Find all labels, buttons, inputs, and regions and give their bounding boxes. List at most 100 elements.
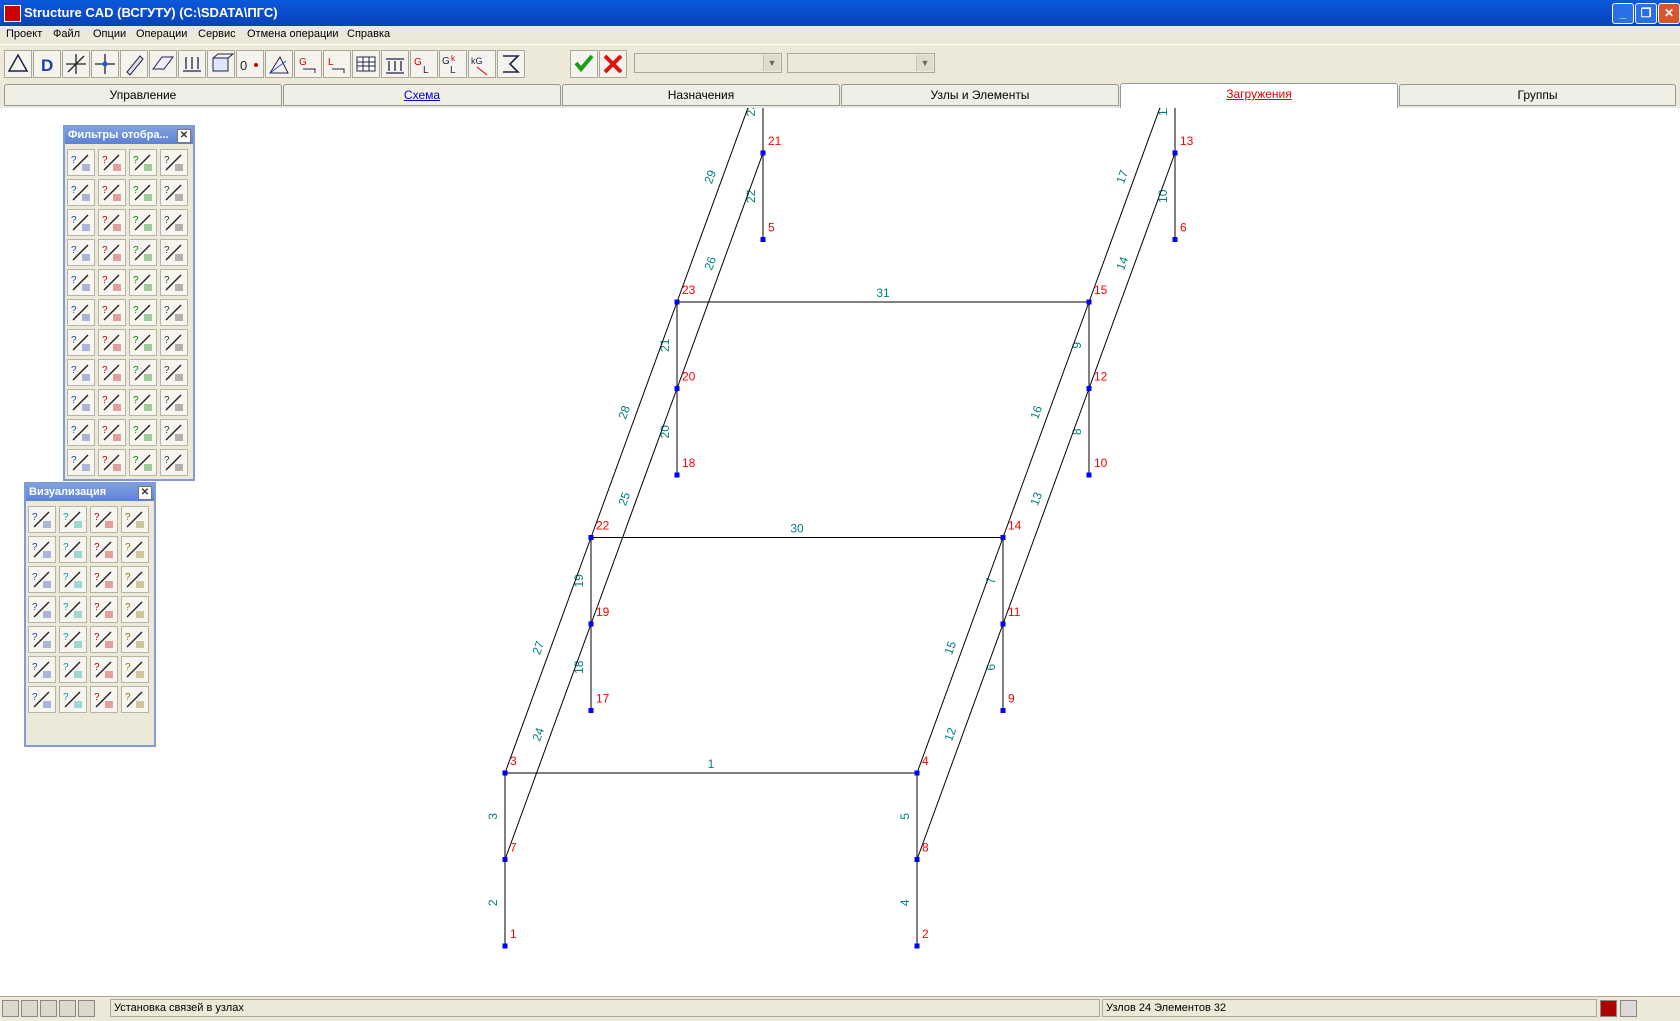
- zero-button[interactable]: 0: [236, 50, 264, 78]
- element-26[interactable]: [676, 152, 764, 389]
- viz-button-28[interactable]: ?: [121, 686, 149, 713]
- filter-button-4[interactable]: ?: [160, 149, 188, 176]
- filter-button-35[interactable]: ?: [129, 389, 157, 416]
- node-18[interactable]: [674, 472, 680, 478]
- tab-scheme[interactable]: Схема: [283, 84, 561, 106]
- menu-help[interactable]: Справка: [347, 28, 390, 40]
- filter-button-33[interactable]: ?: [67, 389, 95, 416]
- l-button[interactable]: L: [323, 50, 351, 78]
- viz-button-7[interactable]: ?: [90, 536, 118, 563]
- app-icon[interactable]: [4, 5, 21, 22]
- menu-operations[interactable]: Операции: [136, 28, 187, 40]
- filter-button-20[interactable]: ?: [160, 269, 188, 296]
- filter-button-29[interactable]: ?: [67, 359, 95, 386]
- filter-button-7[interactable]: ?: [129, 179, 157, 206]
- angle-button[interactable]: [265, 50, 293, 78]
- viz-button-14[interactable]: ?: [59, 596, 87, 623]
- element-14[interactable]: [1088, 152, 1176, 389]
- filter-button-17[interactable]: ?: [67, 269, 95, 296]
- viz-button-13[interactable]: ?: [28, 596, 56, 623]
- filter-button-40[interactable]: ?: [160, 419, 188, 446]
- filter-button-23[interactable]: ?: [129, 299, 157, 326]
- filter-button-3[interactable]: ?: [129, 149, 157, 176]
- filter-button-18[interactable]: ?: [98, 269, 126, 296]
- d-button[interactable]: D: [33, 50, 61, 78]
- view-5-icon[interactable]: [78, 1000, 95, 1017]
- element-16[interactable]: [1002, 301, 1090, 538]
- filter-button-41[interactable]: ?: [67, 449, 95, 476]
- viz-button-26[interactable]: ?: [59, 686, 87, 713]
- filter-button-13[interactable]: ?: [67, 239, 95, 266]
- filter-button-26[interactable]: ?: [98, 329, 126, 356]
- viz-button-16[interactable]: ?: [121, 596, 149, 623]
- node-13[interactable]: [1172, 150, 1178, 156]
- filter-button-25[interactable]: ?: [67, 329, 95, 356]
- combo-1[interactable]: ▼: [634, 53, 782, 73]
- viz-button-25[interactable]: ?: [28, 686, 56, 713]
- axes-button[interactable]: [62, 50, 90, 78]
- filter-button-44[interactable]: ?: [160, 449, 188, 476]
- node-12[interactable]: [1086, 386, 1092, 391]
- viz-button-19[interactable]: ?: [90, 626, 118, 653]
- view-2-icon[interactable]: [21, 1000, 38, 1017]
- node-23[interactable]: [674, 299, 680, 305]
- element-17[interactable]: [1088, 66, 1176, 303]
- viz-button-23[interactable]: ?: [90, 656, 118, 683]
- node-1[interactable]: [502, 943, 508, 949]
- filter-button-43[interactable]: ?: [129, 449, 157, 476]
- filter-button-2[interactable]: ?: [98, 149, 126, 176]
- solid-button[interactable]: [207, 50, 235, 78]
- menu-file[interactable]: Файл: [53, 28, 80, 40]
- visualization-panel-title[interactable]: Визуализация ✕: [26, 484, 154, 501]
- structure-scheme[interactable]: 1234567891011121314151617181920212223242…: [0, 48, 1680, 994]
- cancel-button[interactable]: [599, 50, 627, 78]
- filter-button-32[interactable]: ?: [160, 359, 188, 386]
- node-15[interactable]: [1086, 299, 1092, 305]
- filter-button-15[interactable]: ?: [129, 239, 157, 266]
- filter-button-10[interactable]: ?: [98, 209, 126, 236]
- node-6[interactable]: [1172, 237, 1178, 242]
- viz-button-6[interactable]: ?: [59, 536, 87, 563]
- element-25[interactable]: [590, 388, 678, 625]
- filter-button-11[interactable]: ?: [129, 209, 157, 236]
- filter-button-9[interactable]: ?: [67, 209, 95, 236]
- node-2[interactable]: [914, 943, 920, 949]
- plate-button[interactable]: [149, 50, 177, 78]
- node-17[interactable]: [588, 708, 594, 713]
- node-19[interactable]: [588, 621, 594, 627]
- filter-button-5[interactable]: ?: [67, 179, 95, 206]
- gl-button[interactable]: GL: [410, 50, 438, 78]
- viz-button-9[interactable]: ?: [28, 566, 56, 593]
- viz-button-5[interactable]: ?: [28, 536, 56, 563]
- node-11[interactable]: [1000, 621, 1006, 627]
- close-icon[interactable]: ✕: [177, 129, 191, 143]
- load-button[interactable]: [178, 50, 206, 78]
- filter-button-6[interactable]: ?: [98, 179, 126, 206]
- minimize-button[interactable]: _: [1612, 3, 1634, 24]
- view-4-icon[interactable]: [59, 1000, 76, 1017]
- nodes-button[interactable]: [91, 50, 119, 78]
- element-29[interactable]: [676, 66, 764, 303]
- distributed-load-button[interactable]: [381, 50, 409, 78]
- filter-button-34[interactable]: ?: [98, 389, 126, 416]
- maximize-button[interactable]: ❐: [1635, 3, 1657, 24]
- node-10[interactable]: [1086, 472, 1092, 478]
- node-22[interactable]: [588, 535, 594, 540]
- element-12[interactable]: [916, 623, 1004, 860]
- node-14[interactable]: [1000, 535, 1006, 540]
- filter-button[interactable]: [4, 50, 32, 78]
- viz-button-18[interactable]: ?: [59, 626, 87, 653]
- filter-button-24[interactable]: ?: [160, 299, 188, 326]
- filter-button-36[interactable]: ?: [160, 389, 188, 416]
- filter-button-28[interactable]: ?: [160, 329, 188, 356]
- filter-button-1[interactable]: ?: [67, 149, 95, 176]
- viz-button-2[interactable]: ?: [59, 506, 87, 533]
- filters-panel-title[interactable]: Фильтры отобра... ✕: [65, 127, 193, 144]
- table-button[interactable]: [352, 50, 380, 78]
- node-20[interactable]: [674, 386, 680, 391]
- combo-2[interactable]: ▼: [787, 53, 935, 73]
- viz-button-3[interactable]: ?: [90, 506, 118, 533]
- element-27[interactable]: [504, 537, 592, 774]
- filter-button-38[interactable]: ?: [98, 419, 126, 446]
- viz-button-4[interactable]: ?: [121, 506, 149, 533]
